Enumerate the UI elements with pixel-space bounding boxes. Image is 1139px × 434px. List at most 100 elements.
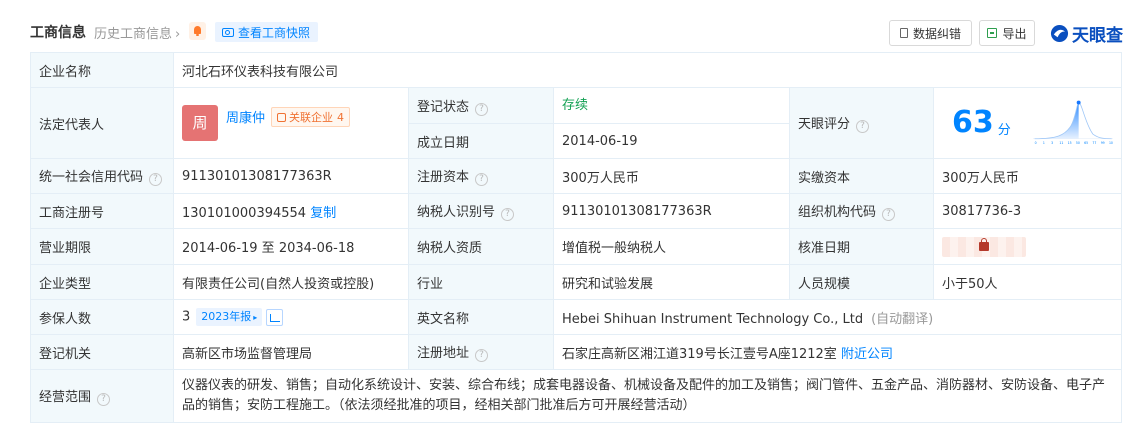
biz-scope-label: 经营范围? <box>30 369 174 423</box>
industry-value: 研究和试验发展 <box>553 264 790 300</box>
score-axis-tick: 50 <box>1076 141 1080 145</box>
found-date-label: 成立日期 <box>408 123 554 159</box>
biz-reg-no-cell: 130101000394554 复制 <box>173 193 409 229</box>
help-icon[interactable]: ? <box>501 208 515 221</box>
taxpayer-qual-label: 纳税人资质 <box>408 228 554 265</box>
biz-term-value: 2014-06-19 至 2034-06-18 <box>173 228 409 265</box>
tyc-score-label-text: 天眼评分 <box>798 117 851 132</box>
staff-size-value: 小于50人 <box>932 264 1123 300</box>
reg-capital-value: 300万人民币 <box>553 158 790 194</box>
score-axis-tick: 77 <box>1092 141 1096 145</box>
insured-label: 参保人数 <box>30 299 174 335</box>
reg-capital-label: 注册资本? <box>408 158 554 194</box>
brand-name: 天眼查 <box>1072 25 1123 46</box>
help-icon[interactable]: ? <box>882 208 896 221</box>
tianyancha-logo-icon <box>1050 24 1069 42</box>
export-label: 导出 <box>1002 26 1027 41</box>
help-icon[interactable]: ? <box>475 349 489 362</box>
credit-code-value: 91130101308177363R <box>173 158 409 194</box>
approve-date-label: 核准日期 <box>789 228 934 265</box>
legal-rep-cell: 周 周康仲 关联企业 4 <box>173 87 409 159</box>
data-correct-label: 数据纠错 <box>912 26 961 41</box>
biz-scope-label-text: 经营范围 <box>39 390 92 405</box>
triangle-right-icon: ▸ <box>253 313 258 322</box>
snapshot-button[interactable]: 查看工商快照 <box>215 22 319 42</box>
company-type-value: 有限责任公司(自然人投资或控股) <box>173 264 409 300</box>
brand-logo: 天眼查 <box>1050 21 1123 46</box>
section-header: 工商信息 历史工商信息 › 查看工商快照 数据纠错 导出 天眼查 <box>0 0 1139 52</box>
related-companies-count: 4 <box>337 110 345 124</box>
export-button[interactable]: 导出 <box>979 20 1035 46</box>
help-icon[interactable]: ? <box>475 173 489 186</box>
nearby-companies-link[interactable]: 附近公司 <box>841 347 893 362</box>
data-correct-button[interactable]: 数据纠错 <box>889 20 972 46</box>
biz-scope-value: 仪器仪表的研发、销售；自动化系统设计、安装、综合布线；成套电器设备、机械设备及配… <box>172 369 1123 423</box>
help-icon[interactable]: ? <box>97 393 111 406</box>
biz-reg-no-label: 工商注册号 <box>30 193 174 229</box>
score-axis-tick: 100 <box>1109 141 1113 145</box>
taxpayer-id-value: 91130101308177363R <box>553 193 790 229</box>
biz-term-label: 营业期限 <box>30 228 174 265</box>
link-icon <box>277 112 287 122</box>
org-code-label: 组织机构代码? <box>789 193 934 229</box>
history-label: 历史工商信息 <box>94 27 173 42</box>
found-date-value: 2014-06-19 <box>553 123 790 159</box>
history-link[interactable]: 历史工商信息 › <box>94 23 180 42</box>
lock-icon <box>979 237 989 251</box>
paid-capital-label: 实缴资本 <box>789 158 934 194</box>
industry-label: 行业 <box>408 264 554 300</box>
export-icon <box>987 28 998 38</box>
reg-address-label: 注册地址? <box>408 334 554 370</box>
en-name-value: Hebei Shihuan Instrument Technology Co.,… <box>562 311 864 327</box>
auto-translate-note: (自动翻译) <box>871 311 934 327</box>
taxpayer-id-label-text: 纳税人识别号 <box>417 205 496 220</box>
reg-authority-value: 高新区市场监督管理局 <box>173 334 409 370</box>
avatar[interactable]: 周 <box>182 105 218 141</box>
reg-authority-label: 登记机关 <box>30 334 174 370</box>
en-name-label: 英文名称 <box>408 299 554 335</box>
reg-address-label-text: 注册地址 <box>417 346 470 361</box>
tyc-score-unit: 分 <box>997 122 1011 138</box>
score-axis-tick: 11 <box>1059 141 1063 145</box>
chevron-right-icon: › <box>175 27 181 42</box>
tyc-score-value: 63 <box>952 105 994 140</box>
company-name-label: 企业名称 <box>30 52 174 88</box>
legal-rep-name-link[interactable]: 周康仲 <box>226 107 265 126</box>
snapshot-label: 查看工商快照 <box>238 25 311 40</box>
trend-chart-icon[interactable] <box>266 308 284 326</box>
biz-reg-no-value: 130101000394554 <box>182 205 307 221</box>
help-icon[interactable]: ? <box>149 173 163 186</box>
reg-status-label-text: 登记状态 <box>417 99 470 115</box>
help-icon[interactable]: ? <box>856 120 870 133</box>
reg-address-cell: 石家庄高新区湘江道319号长江壹号A座1212室 附近公司 <box>552 334 1123 370</box>
insured-value: 3 <box>182 309 191 325</box>
score-axis-tick: 1 <box>1043 141 1045 145</box>
reg-capital-label-text: 注册资本 <box>417 170 470 185</box>
tyc-score-cell[interactable]: 63 分 0 1 3 11 15 50 65 77 99 100 <box>932 87 1123 159</box>
credit-code-label-text: 统一社会信用代码 <box>39 170 144 185</box>
document-icon <box>899 28 908 38</box>
camera-icon <box>222 27 234 37</box>
reg-address-value: 石家庄高新区湘江道319号长江壹号A座1212室 <box>562 346 837 362</box>
help-icon[interactable]: ? <box>475 102 489 116</box>
legal-rep-label: 法定代表人 <box>30 87 174 159</box>
staff-size-label: 人员规模 <box>789 264 934 300</box>
insured-cell: 3 2023年报 ▸ <box>173 299 409 335</box>
score-axis-tick: 3 <box>1051 141 1053 145</box>
score-axis-tick: 15 <box>1067 141 1071 145</box>
score-axis-tick: 65 <box>1084 141 1088 145</box>
tyc-score-label: 天眼评分? <box>789 87 934 159</box>
reg-status-label: 登记状态? <box>408 87 554 124</box>
copy-button[interactable]: 复制 <box>310 206 336 221</box>
bell-icon[interactable] <box>189 22 206 40</box>
annual-report-tag[interactable]: 2023年报 ▸ <box>196 308 263 326</box>
score-axis-tick: 0 <box>1034 141 1036 145</box>
taxpayer-id-label: 纳税人识别号? <box>408 193 554 229</box>
locked-value[interactable] <box>942 236 1026 257</box>
taxpayer-qual-value: 增值税一般纳税人 <box>553 228 790 265</box>
company-name-value: 河北石环仪表科技有限公司 <box>172 52 1123 88</box>
related-companies-badge[interactable]: 关联企业 4 <box>271 107 351 127</box>
en-name-cell: Hebei Shihuan Instrument Technology Co.,… <box>552 299 1123 335</box>
org-code-label-text: 组织机构代码 <box>798 205 877 220</box>
company-type-label: 企业类型 <box>30 264 174 300</box>
